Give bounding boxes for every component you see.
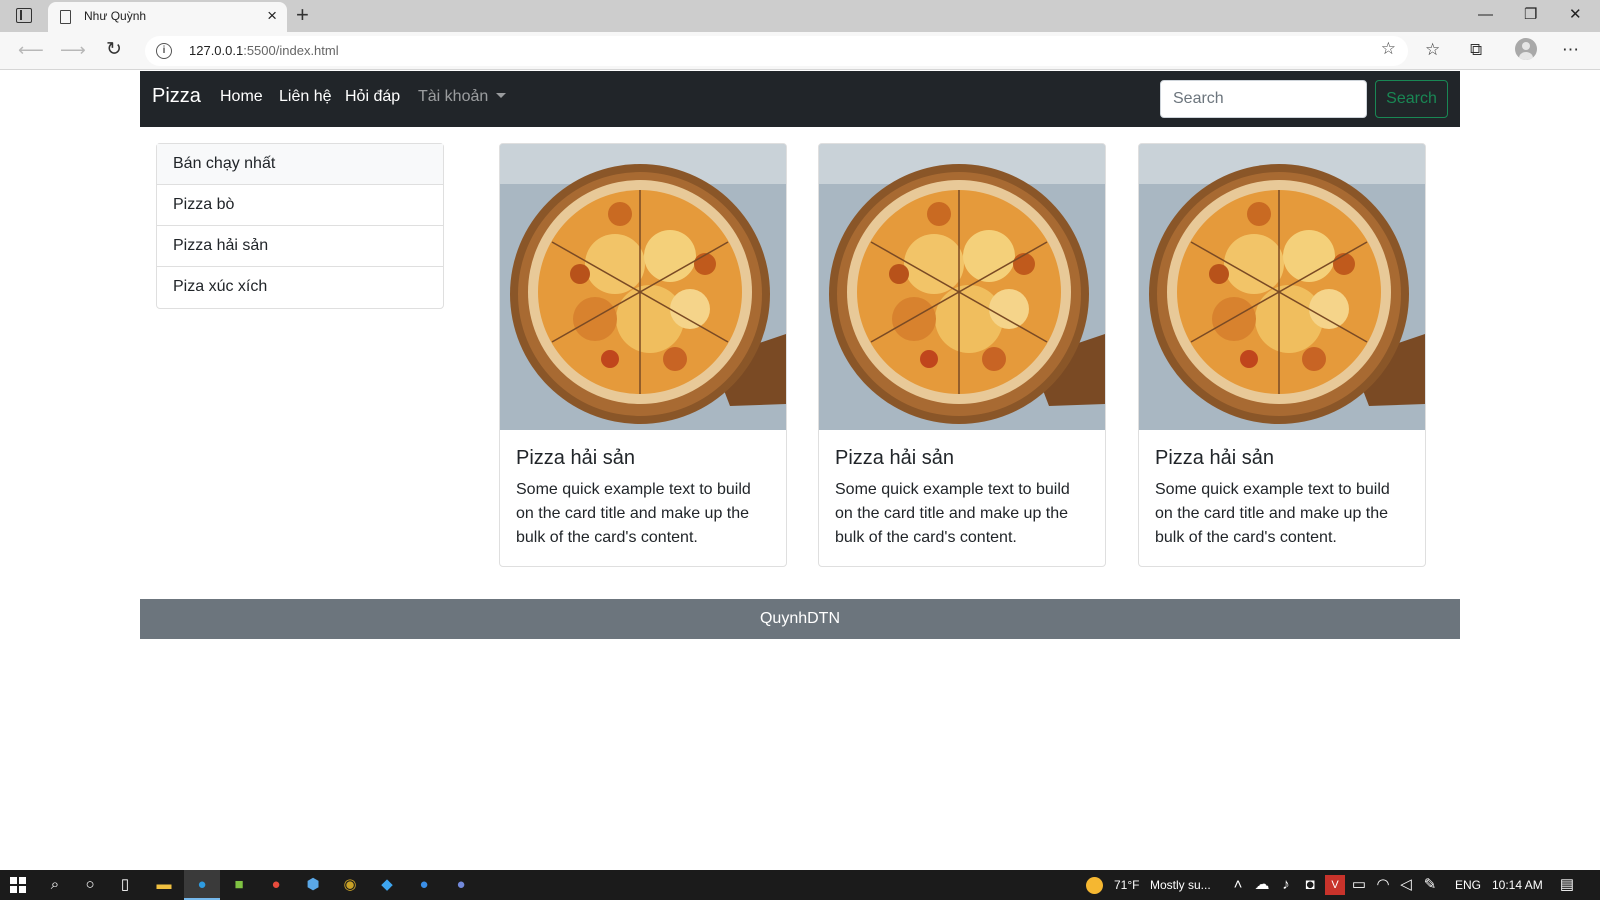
reload-icon[interactable]: ↻ <box>106 38 122 62</box>
file-explorer-icon[interactable]: ▬ <box>154 875 174 895</box>
weather-icon[interactable] <box>1086 877 1103 894</box>
card-title: Pizza hải sản <box>835 447 954 469</box>
app-icon[interactable]: ◉ <box>340 875 360 895</box>
url-field[interactable]: i 127.0.0.1:5500/index.html ☆ <box>145 36 1408 66</box>
task-view-icon[interactable]: ▯ <box>115 875 135 895</box>
weather-temp[interactable]: 71°F <box>1114 878 1139 892</box>
notifications-icon[interactable]: ▤ <box>1557 875 1577 895</box>
product-card: Pizza hải sản Some quick example text to… <box>818 143 1106 567</box>
clock[interactable]: 10:14 AM <box>1492 878 1543 892</box>
category-item-beef-pizza[interactable]: Pizza bò <box>157 185 443 226</box>
chrome-icon[interactable]: ● <box>266 875 286 895</box>
more-options-icon[interactable]: ⋯ <box>1562 38 1579 62</box>
zalo-icon[interactable]: ● <box>414 875 434 895</box>
tab-title: Như Quỳnh <box>84 9 147 23</box>
product-card: Pizza hải sản Some quick example text to… <box>1138 143 1426 567</box>
card-text: Some quick example text to build on the … <box>516 481 751 546</box>
microphone-icon[interactable]: ♪ <box>1276 875 1296 895</box>
browser-tab-bar: Như Quỳnh × + — ❐ ✕ <box>0 0 1600 32</box>
navbar: Pizza Home Liên hệ Hỏi đáp Tài khoản Sea… <box>140 71 1460 127</box>
info-icon[interactable]: i <box>156 43 172 59</box>
pen-icon[interactable]: ✎ <box>1420 875 1440 895</box>
pizza-image <box>819 144 1105 430</box>
close-window-icon[interactable]: ✕ <box>1569 4 1582 26</box>
product-card: Pizza hải sản Some quick example text to… <box>499 143 787 567</box>
volume-icon[interactable]: ◁ <box>1396 875 1416 895</box>
nav-link-faq[interactable]: Hỏi đáp <box>345 88 400 106</box>
caret-down-icon <box>496 93 507 98</box>
category-item-seafood-pizza[interactable]: Pizza hải sản <box>157 226 443 267</box>
document-icon <box>60 10 71 24</box>
favorites-icon[interactable]: ☆ <box>1425 38 1440 62</box>
taskbar: ⌕ ○ ▯ ▬ ● ■ ● ⬢ ◉ ◆ ● ● 71°F Mostly su..… <box>0 870 1600 900</box>
collections-icon[interactable]: ⧉ <box>1470 38 1482 62</box>
app-icon[interactable]: ⬢ <box>303 875 323 895</box>
navbar-brand[interactable]: Pizza <box>152 85 201 108</box>
restore-icon[interactable]: ❐ <box>1524 4 1537 26</box>
nav-link-home[interactable]: Home <box>220 88 263 106</box>
battery-icon[interactable]: ▭ <box>1349 875 1369 895</box>
nav-link-contact[interactable]: Liên hệ <box>279 88 332 106</box>
search-input[interactable] <box>1160 80 1367 118</box>
address-bar-row: ⟵ ⟶ ↻ i 127.0.0.1:5500/index.html ☆ ☆ ⧉ … <box>0 32 1600 70</box>
pizza-image <box>500 144 786 430</box>
search-button[interactable]: Search <box>1375 80 1448 118</box>
language-indicator[interactable]: ENG <box>1455 878 1481 892</box>
card-title: Pizza hải sản <box>1155 447 1274 469</box>
windows-start-icon[interactable] <box>10 877 26 893</box>
nav-dropdown-account[interactable]: Tài khoản <box>418 88 507 106</box>
chevron-up-icon[interactable]: ˄ <box>1228 875 1248 895</box>
vscode-icon[interactable]: ◆ <box>377 875 397 895</box>
tray-app-v-icon[interactable]: V <box>1325 875 1345 895</box>
tab-actions-icon[interactable] <box>16 8 32 23</box>
footer: QuynhDTN <box>140 599 1460 639</box>
card-text: Some quick example text to build on the … <box>835 481 1070 546</box>
browser-tab-active[interactable]: Như Quỳnh × <box>48 2 287 32</box>
minimize-icon[interactable]: — <box>1478 4 1493 26</box>
add-favorite-icon[interactable]: ☆ <box>1381 39 1396 59</box>
category-list: Bán chạy nhất Pizza bò Pizza hải sản Piz… <box>156 143 444 309</box>
card-title: Pizza hải sản <box>516 447 635 469</box>
discord-icon[interactable]: ● <box>451 875 471 895</box>
search-icon[interactable]: ⌕ <box>45 875 65 895</box>
edge-icon[interactable]: ● <box>192 875 212 895</box>
tray-app-icon[interactable]: ◘ <box>1300 875 1320 895</box>
card-text: Some quick example text to build on the … <box>1155 481 1390 546</box>
weather-desc[interactable]: Mostly su... <box>1150 878 1211 892</box>
category-item-best-seller[interactable]: Bán chạy nhất <box>157 144 443 185</box>
new-tab-icon[interactable]: + <box>296 1 309 29</box>
wifi-icon[interactable]: ◠ <box>1373 875 1393 895</box>
cloud-icon[interactable]: ☁ <box>1252 875 1272 895</box>
back-arrow-icon[interactable]: ⟵ <box>18 38 44 62</box>
cortana-icon[interactable]: ○ <box>80 875 100 895</box>
profile-avatar-icon[interactable] <box>1515 38 1537 60</box>
pizza-image <box>1139 144 1425 430</box>
app-icon[interactable]: ■ <box>229 875 249 895</box>
url-text: 127.0.0.1:5500/index.html <box>189 43 339 58</box>
tab-close-icon[interactable]: × <box>267 6 277 26</box>
category-item-sausage-pizza[interactable]: Piza xúc xích <box>157 267 443 308</box>
forward-arrow-icon[interactable]: ⟶ <box>60 38 86 62</box>
